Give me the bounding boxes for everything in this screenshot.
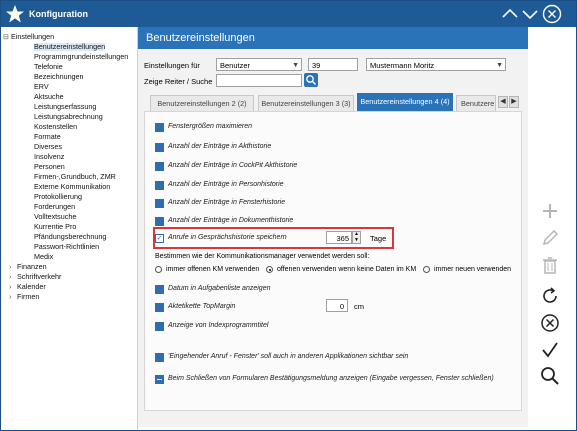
checkbox-cockpit-akthistorie[interactable] (155, 162, 164, 171)
tree-item-programmgrundeinstellungen[interactable]: Programmgrundeinstellungen (34, 53, 128, 61)
option-label-topmargin: Aktetikette TopMargin (168, 303, 236, 310)
radio-label-always-open-km: immer offenen KM verwenden (166, 266, 260, 273)
checkmark-icon[interactable] (538, 338, 562, 362)
checkbox-fenstergroessen[interactable] (155, 123, 164, 132)
tree-item-pfaendungsberechnung[interactable]: Pfändungsberechnung (34, 233, 106, 241)
title-bar: Konfiguration (1, 1, 576, 27)
refresh-icon[interactable] (538, 284, 562, 308)
chevron-down-icon: ▼ (496, 62, 503, 69)
tree-item-erv[interactable]: ERV (34, 83, 49, 91)
radio-always-open-km[interactable] (155, 266, 162, 273)
tree-item-aktsuche[interactable]: Aktsuche (34, 93, 64, 101)
checkbox-dokumenthistorie[interactable] (155, 217, 164, 226)
tree-item-medix[interactable]: Medix (34, 253, 53, 261)
tree-item-protokollierung[interactable]: Protokollierung (34, 193, 82, 201)
cancel-icon[interactable] (538, 311, 562, 335)
topmargin-unit: cm (354, 302, 364, 311)
tab-benutzereinstellungen-2[interactable]: Benutzereinstellungen 2 (2) (150, 95, 254, 111)
radio-always-new[interactable] (423, 266, 430, 273)
tree-item-firmen-grundbuch-zmr[interactable]: Firmen-,Grundbuch, ZMR (34, 173, 116, 181)
highlight-box (153, 227, 394, 249)
tree-item-finanzen[interactable]: › Finanzen (9, 263, 47, 272)
tree-item-benutzereinstellungen[interactable]: Benutzereinstellungen (34, 43, 106, 51)
settings-for-select[interactable]: Benutzer ▼ (216, 58, 302, 71)
search-icon[interactable] (538, 364, 562, 388)
collapse-icon[interactable]: ⊟ (3, 34, 11, 42)
configuration-window: Konfiguration ⊟ Einstellungen Benutzerein… (0, 0, 577, 431)
checkbox-akthistorie[interactable] (155, 143, 164, 152)
chevron-down-icon: ▼ (292, 62, 299, 69)
option-label-personhistorie: Anzahl der Einträge in Personhistorie (168, 181, 284, 188)
expand-icon[interactable]: › (9, 284, 17, 292)
expand-icon[interactable]: › (9, 274, 17, 282)
tab-benutzereinstellungen-5[interactable]: Benutzere (456, 95, 496, 111)
page-title: Benutzereinstellungen (146, 32, 255, 44)
tab-search-input[interactable] (216, 74, 302, 87)
tree-item-kurrentie-pro[interactable]: Kurrentie Pro (34, 223, 76, 231)
tab-scroll-right-icon[interactable]: ▶ (509, 96, 519, 108)
checkbox-topmargin[interactable] (155, 303, 164, 312)
tree-item-diverses[interactable]: Diverses (34, 143, 62, 151)
tab-search-label: Zeige Reiter / Suche (144, 77, 213, 86)
tree-item-kostenstellen[interactable]: Kostenstellen (34, 123, 77, 131)
trash-icon[interactable] (538, 253, 562, 277)
settings-for-label: Einstellungen für (144, 61, 200, 70)
star-logo-icon (6, 5, 24, 23)
pencil-icon[interactable] (538, 226, 562, 250)
option-label-confirm-close: Beim Schließen von Formularen Bestätigun… (168, 375, 494, 382)
option-label-incoming-call-window: 'Eingehender Anruf - Fenster' soll auch … (168, 353, 409, 360)
tab-panel (144, 111, 522, 411)
tree-item-personen[interactable]: Personen (34, 163, 65, 171)
action-toolbar (528, 27, 576, 430)
close-icon[interactable] (542, 4, 562, 24)
minimize-chevron-icon[interactable] (501, 5, 519, 23)
user-id-field[interactable]: 39 (308, 58, 358, 71)
tree-item-forderungen[interactable]: Forderungen (34, 203, 75, 211)
checkbox-indexprogramm[interactable] (155, 322, 164, 331)
radio-open-if-no-data[interactable] (266, 266, 273, 273)
tree-item-volltextsuche[interactable]: Volltextsuche (34, 213, 76, 221)
checkbox-fensterhistorie[interactable] (155, 199, 164, 208)
option-label-dokumenthistorie: Anzahl der Einträge in Dokumenthistorie (168, 217, 294, 224)
tab-scroll-left-icon[interactable]: ◀ (498, 96, 508, 108)
tree-item-formate[interactable]: Formate (34, 133, 61, 141)
expand-icon[interactable]: › (9, 294, 17, 302)
radio-label-always-new: immer neuen verwenden (434, 266, 512, 273)
tree-item-leistungsabrechnung[interactable]: Leistungsabrechnung (34, 113, 103, 121)
option-label-akthistorie: Anzahl der Einträge in Akthistorie (168, 143, 272, 150)
tree-item-leistungserfassung[interactable]: Leistungserfassung (34, 103, 96, 111)
settings-tree: ⊟ Einstellungen Benutzereinstellungen Pro… (1, 27, 138, 430)
option-label-fensterhistorie: Anzahl der Einträge in Fensterhistorie (168, 199, 286, 206)
checkbox-confirm-close[interactable] (155, 375, 164, 384)
option-label-indexprogramm: Anzeige von Indexprogrammtitel (168, 322, 269, 329)
search-button-icon[interactable] (304, 73, 318, 87)
maximize-chevron-icon[interactable] (521, 5, 539, 23)
option-label-cockpit-akthistorie: Anzahl der Einträge in CockPit Akthistor… (168, 162, 298, 169)
plus-icon[interactable] (538, 199, 562, 223)
tree-item-passwort-richtlinien[interactable]: Passwort-Richtlinien (34, 243, 99, 251)
window-title: Konfiguration (29, 9, 88, 19)
tree-item-insolvenz[interactable]: Insolvenz (34, 153, 64, 161)
tab-benutzereinstellungen-4[interactable]: Benutzereinstellungen 4 (4) (357, 93, 453, 111)
km-question: Bestimmen wie der Kommunikationsmanager … (155, 253, 370, 260)
user-name-select[interactable]: Mustermann Moritz ▼ (366, 58, 506, 71)
option-label-fenstergroessen: Fenstergrößen maximieren (168, 123, 253, 130)
checkbox-incoming-call-window[interactable] (155, 353, 164, 362)
topmargin-input[interactable]: 0 (326, 299, 348, 312)
radio-label-open-if-no-data: offenen verwenden wenn keine Daten im KM (277, 266, 417, 273)
tree-item-kalender[interactable]: › Kalender (9, 283, 46, 292)
checkbox-date-tasklist[interactable] (155, 285, 164, 294)
tree-item-firmen[interactable]: › Firmen (9, 293, 39, 302)
option-label-date-tasklist: Datum in Aufgabenliste anzeigen (168, 285, 271, 292)
tree-item-externe-kommunikation[interactable]: Externe Kommunikation (34, 183, 110, 191)
tab-benutzereinstellungen-3[interactable]: Benutzereinstellungen 3 (3) (258, 95, 354, 111)
expand-icon[interactable]: › (9, 264, 17, 272)
checkbox-personhistorie[interactable] (155, 181, 164, 190)
tree-item-schriftverkehr[interactable]: › Schriftverkehr (9, 273, 61, 282)
tree-item-bezeichnungen[interactable]: Bezeichnungen (34, 73, 84, 81)
tree-item-einstellungen[interactable]: ⊟ Einstellungen (3, 33, 54, 42)
tree-item-telefonie[interactable]: Telefonie (34, 63, 63, 71)
